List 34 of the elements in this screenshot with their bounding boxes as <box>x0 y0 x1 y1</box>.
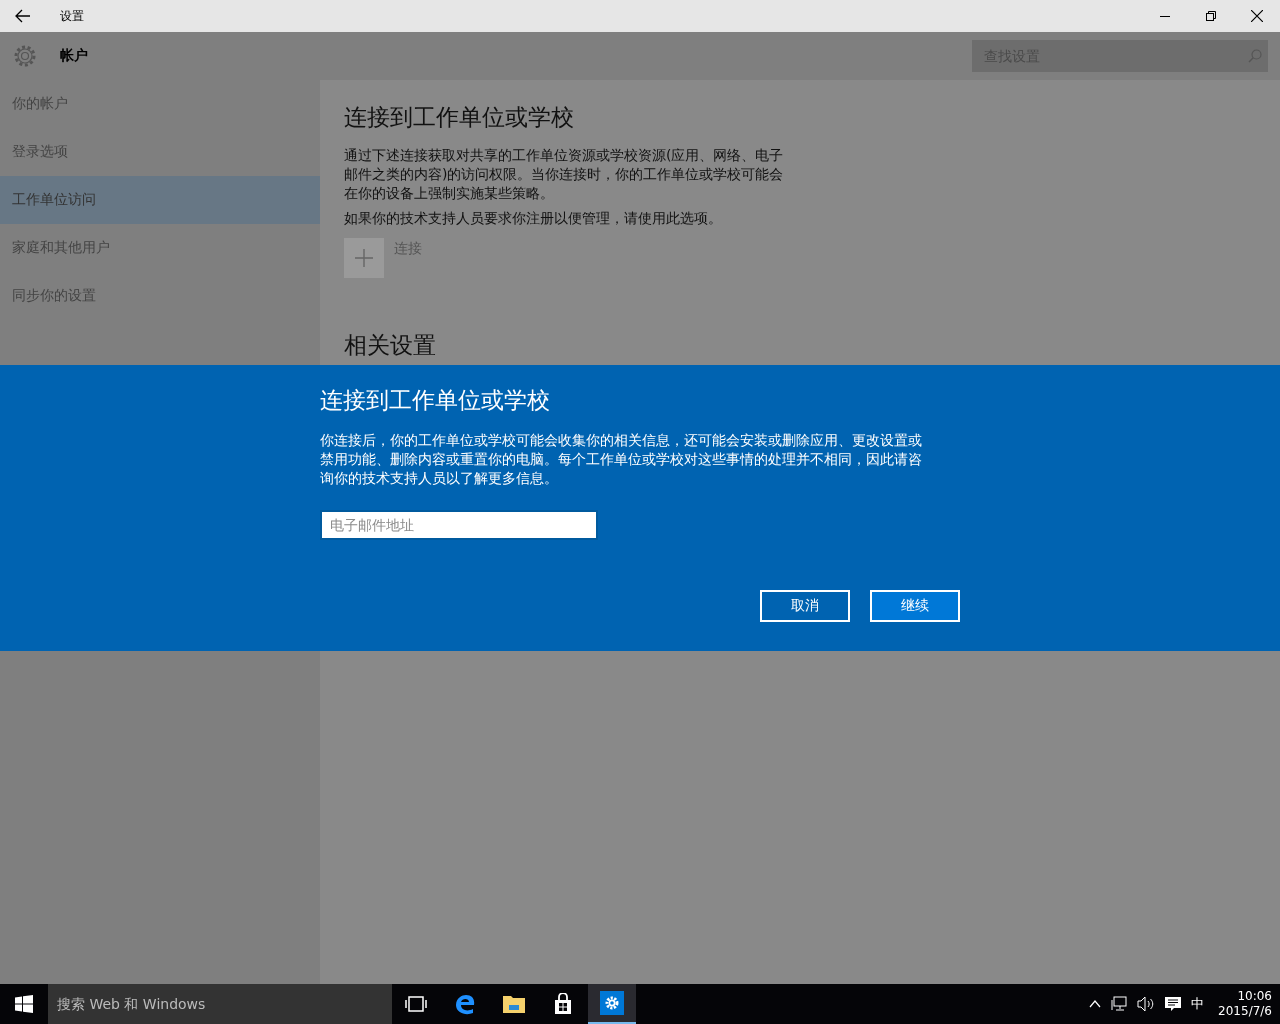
plus-icon <box>354 248 374 268</box>
page-title: 帐户 <box>60 47 88 65</box>
sidebar-item[interactable]: 你的帐户 <box>0 80 320 128</box>
input-language[interactable]: 中 <box>1191 995 1205 1013</box>
section-title: 连接到工作单位或学校 <box>344 103 575 132</box>
dialog-button[interactable]: 取消 <box>760 590 850 622</box>
browser-e-icon <box>454 993 476 1015</box>
description-text: 通过下述连接获取对共享的工作单位资源或学校资源(应用、网络、电子邮件之类的内容)的访问权限。当你连接时，你的工作单位或学校可能会在你的设备上强制实施某些策略。 <box>344 146 785 203</box>
network-icon[interactable] <box>1111 996 1128 1012</box>
restore-icon <box>1206 11 1216 21</box>
dialog-title: 连接到工作单位或学校 <box>320 386 551 415</box>
note-text: 如果你的技术支持人员要求你注册以便管理，请使用此选项。 <box>344 209 723 228</box>
folder-icon <box>502 994 526 1014</box>
email-field[interactable]: 电子邮件地址 <box>320 510 598 540</box>
settings-icon <box>12 43 38 69</box>
chevron-up-icon[interactable] <box>1089 1000 1102 1008</box>
window-title: 设置 <box>60 7 84 25</box>
back-arrow-icon <box>15 9 31 23</box>
windows-logo-icon <box>15 995 33 1013</box>
close-icon <box>1251 10 1263 22</box>
section-title: 相关设置 <box>344 331 437 360</box>
search-icon <box>1248 49 1262 63</box>
taskbar-search-field[interactable]: 搜索 Web 和 Windows <box>48 984 392 1024</box>
taskbar-app-button[interactable] <box>588 984 636 1024</box>
clock-time[interactable]: 10:06 <box>1237 989 1272 1004</box>
dialog-button[interactable]: 继续 <box>870 590 960 622</box>
message-icon[interactable] <box>1165 996 1182 1012</box>
clock-date[interactable]: 2015/7/6 <box>1218 1004 1272 1019</box>
settings-icon <box>600 991 624 1015</box>
speaker-icon[interactable] <box>1137 996 1156 1012</box>
shopping-bag-icon <box>552 993 574 1015</box>
sidebar-item[interactable]: 工作单位访问 <box>0 176 320 224</box>
task-view-icon <box>405 996 427 1012</box>
dialog-message: 你连接后，你的工作单位或学校可能会收集你的相关信息，还可能会安装或删除应用、更改设置或禁用功能、删除内容或重置你的电脑。每个工作单位或学校对这些事情的处理并不相同，因此请咨询你的技术支持人员以了解更多信息。 <box>320 431 923 488</box>
